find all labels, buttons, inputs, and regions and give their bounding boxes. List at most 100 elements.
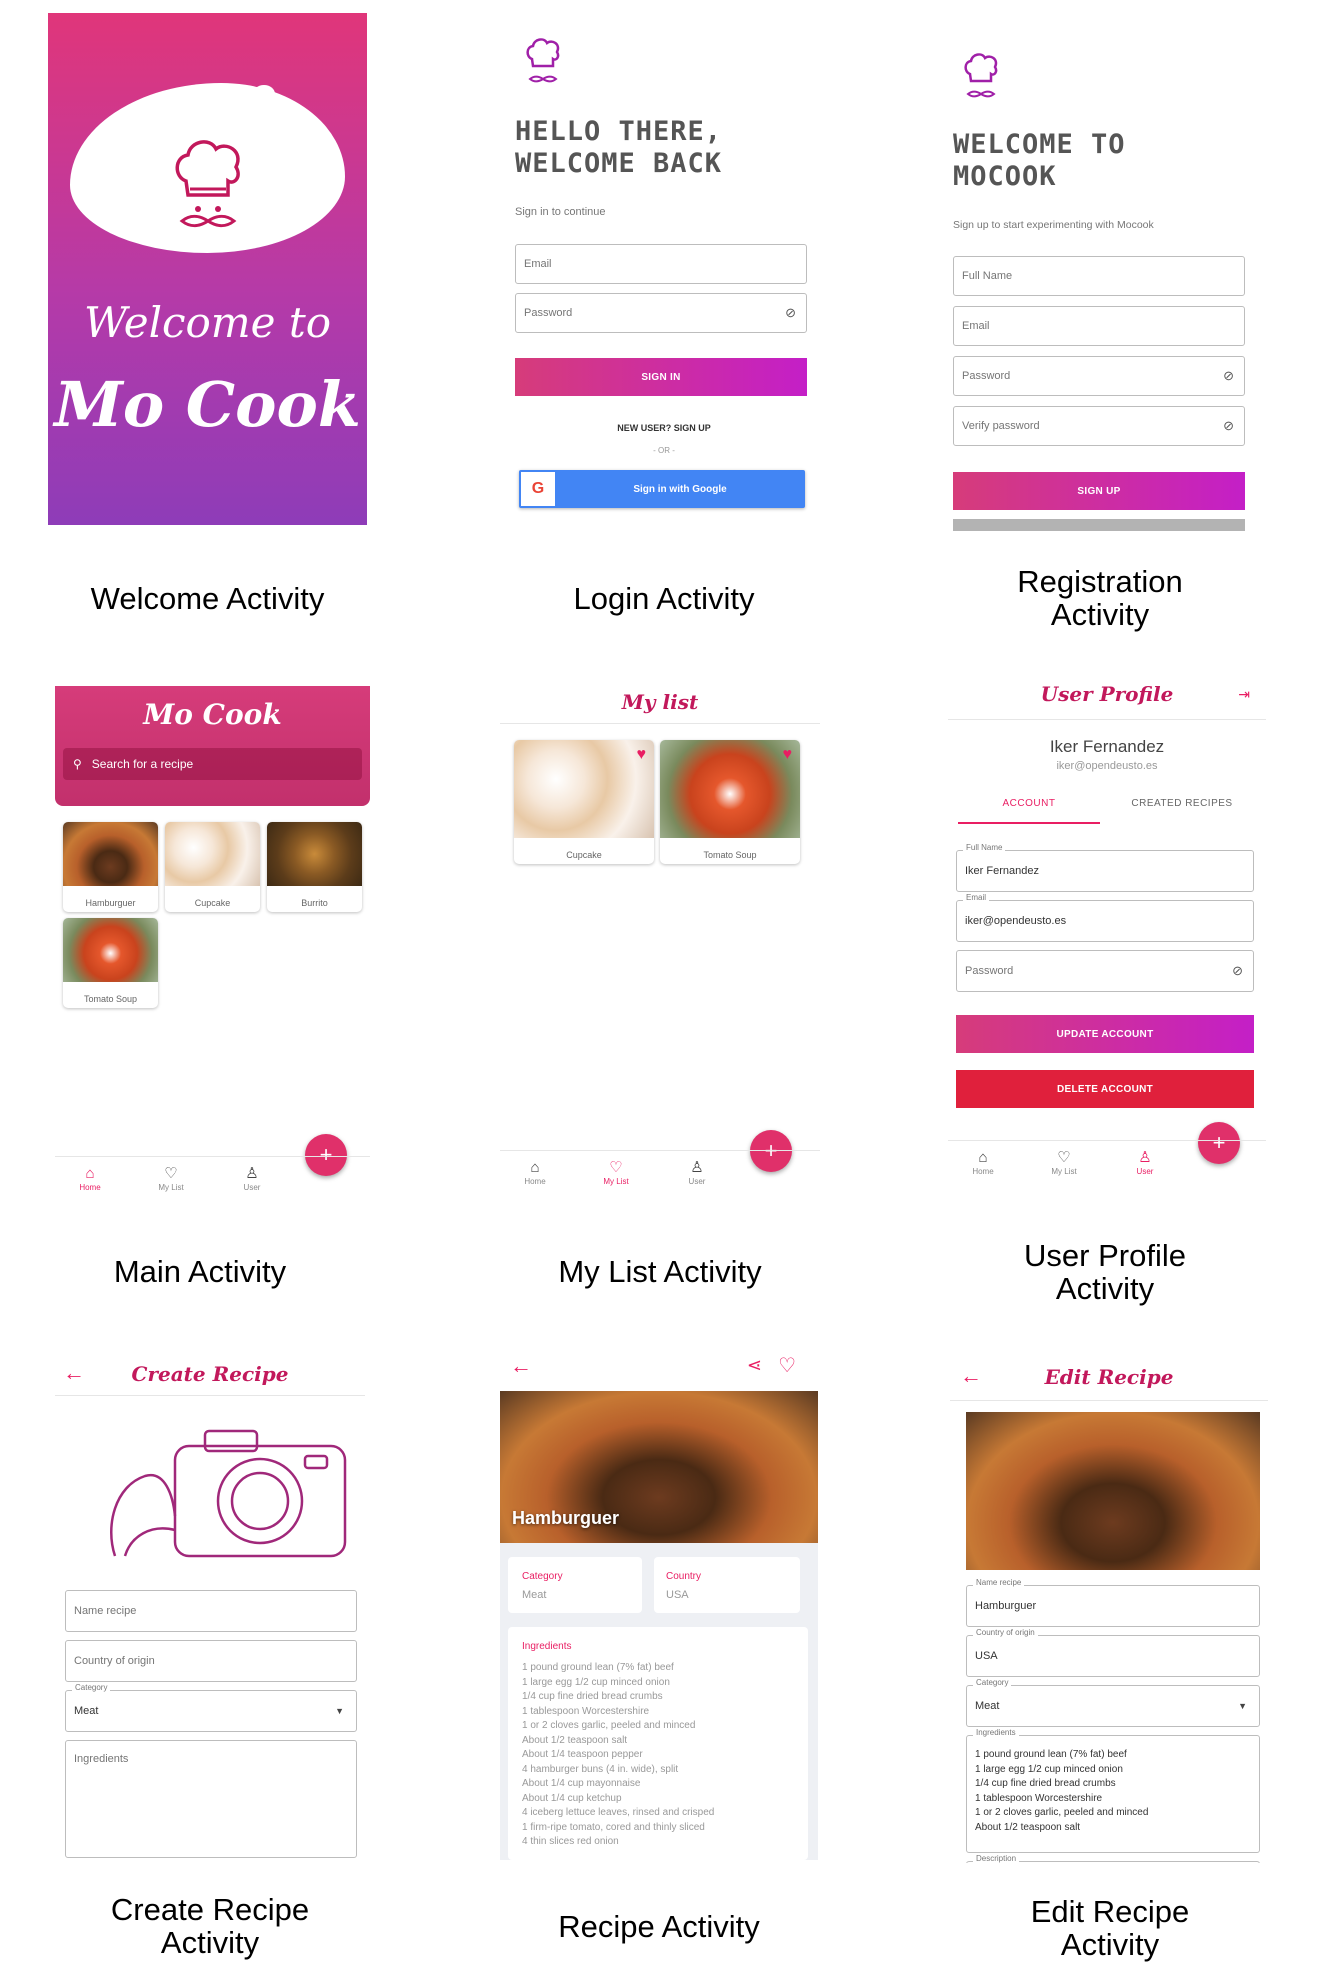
email-field[interactable]: Email iker@opendeusto.es (956, 893, 1254, 942)
favorite-card[interactable]: ♥ Tomato Soup (660, 740, 800, 864)
recipe-card[interactable]: Burrito (267, 822, 362, 912)
full-name-field[interactable]: Full Name Iker Fernandez (956, 843, 1254, 892)
recipe-image (63, 822, 158, 886)
ingredient-item: About 1/4 teaspoon pepper (522, 1749, 643, 1760)
google-sign-in-button[interactable]: G Sign in with Google (519, 470, 805, 508)
recipe-name-field[interactable]: Name recipe Hamburguer (966, 1578, 1260, 1627)
visibility-off-icon[interactable]: ⊘ (1223, 368, 1234, 384)
visibility-off-icon[interactable]: ⊘ (785, 305, 796, 321)
password-field[interactable]: Password ⊘ (953, 356, 1245, 396)
recipe-topbar: ← ⋖ ♡ (500, 1345, 818, 1391)
nav-user[interactable]: ♙ User (227, 1165, 277, 1192)
caption-main: Main Activity (113, 1254, 287, 1289)
signup-link[interactable]: NEW USER? SIGN UP (505, 423, 823, 433)
country-label: Country of origin (973, 1628, 1038, 1637)
update-account-button[interactable]: UPDATE ACCOUNT (956, 1015, 1254, 1053)
description-field[interactable]: Description (966, 1854, 1260, 1863)
recipe-label: Burrito (301, 898, 328, 908)
category-value: Meat (522, 1589, 547, 1601)
recipe-label: Tomato Soup (83, 994, 138, 1004)
back-arrow-icon[interactable]: ← (510, 1355, 532, 1377)
favorite-card[interactable]: ♥ Cupcake (514, 740, 654, 864)
nav-home[interactable]: ⌂ Home (958, 1149, 1008, 1176)
category-select[interactable]: Category Meat ▼ (966, 1678, 1260, 1727)
category-label: Category (72, 1683, 111, 1692)
ingredients-field[interactable]: Ingredients 1 pound ground lean (7% fat)… (966, 1728, 1260, 1853)
edit-title: Edit Recipe (1044, 1365, 1174, 1389)
ingredients-placeholder: Ingredients (74, 1753, 129, 1765)
country-field[interactable]: Country of origin USA (966, 1628, 1260, 1677)
recipe-card[interactable]: Tomato Soup (63, 918, 158, 1008)
welcome-app-name: Mo Cook (54, 368, 361, 441)
email-field[interactable]: Email (515, 244, 807, 284)
tab-created-recipes[interactable]: CREATED RECIPES (1103, 798, 1261, 809)
recipe-label: Cupcake (194, 898, 231, 908)
recipe-name-field[interactable]: Name recipe (65, 1590, 357, 1632)
email-value: iker@opendeusto.es (965, 915, 1067, 927)
recipe-card[interactable]: Cupcake (165, 822, 260, 912)
recipe-card[interactable]: Hamburguer (63, 822, 158, 912)
nav-mylist[interactable]: ♡ My List (591, 1159, 641, 1186)
tab-indicator (958, 822, 1100, 824)
tab-account[interactable]: ACCOUNT (958, 798, 1100, 809)
country-field[interactable]: Country of origin (65, 1640, 357, 1682)
country-label: Country (666, 1571, 702, 1582)
heart-icon[interactable]: ♡ (778, 1353, 796, 1378)
main-screen: Mo Cook ⚲ Search for a recipe Hamburguer… (55, 686, 370, 1196)
category-label: Category (522, 1571, 563, 1582)
email-field[interactable]: Email (953, 306, 1245, 346)
recipe-label: Cupcake (566, 850, 602, 860)
bottom-nav: ⌂ Home ♡ My List ♙ User (948, 1140, 1266, 1194)
visibility-off-icon[interactable]: ⊘ (1223, 418, 1234, 434)
dropdown-arrow-icon: ▼ (335, 1706, 344, 1716)
chef-hat-icon (961, 47, 1001, 103)
category-value: Meat (74, 1705, 99, 1717)
recipe-image (660, 740, 800, 838)
nav-user[interactable]: ♙ User (1120, 1149, 1170, 1176)
ingredients-field[interactable]: Ingredients (65, 1740, 357, 1858)
password-placeholder: Password (524, 307, 573, 319)
nav-mylist[interactable]: ♡ My List (1039, 1149, 1089, 1176)
visibility-off-icon[interactable]: ⊘ (1232, 963, 1243, 979)
search-bar[interactable]: ⚲ Search for a recipe (63, 748, 362, 780)
nav-home-label: Home (972, 1167, 994, 1176)
ingredient-item: 1 large egg 1/2 cup minced onion (522, 1676, 670, 1688)
caption-mylist: My List Activity (558, 1254, 762, 1289)
full-name-value: Iker Fernandez (965, 865, 1039, 877)
ingredient-line: 1/4 cup fine dried bread crumbs (975, 1778, 1116, 1789)
heart-filled-icon[interactable]: ♥ (783, 746, 793, 764)
camera-placeholder-image[interactable] (55, 1406, 365, 1576)
recipe-hero-image: Hamburguer (500, 1391, 818, 1543)
nav-home[interactable]: ⌂ Home (65, 1165, 115, 1192)
category-select[interactable]: Category Meat ▼ (65, 1683, 357, 1732)
share-icon[interactable]: ⋖ (747, 1355, 762, 1376)
logout-icon[interactable]: ⇥ (1238, 686, 1250, 703)
recipe-screen: ← ⋖ ♡ Hamburguer Category Meat Country U… (500, 1345, 818, 1860)
nav-home[interactable]: ⌂ Home (510, 1159, 560, 1186)
heart-filled-icon[interactable]: ♥ (637, 746, 647, 764)
full-name-field[interactable]: Full Name (953, 256, 1245, 296)
password-placeholder: Password (965, 965, 1014, 977)
profile-email: iker@opendeusto.es (1056, 760, 1158, 772)
country-card: Country USA (654, 1557, 800, 1613)
sign-up-button[interactable]: SIGN UP (953, 472, 1245, 510)
recipe-image[interactable] (966, 1412, 1260, 1570)
edit-screen: ← Edit Recipe Name recipe Hamburguer Coun… (950, 1355, 1268, 1863)
ingredient-item: About 1/4 cup ketchup (522, 1792, 622, 1804)
nav-user[interactable]: ♙ User (672, 1159, 722, 1186)
category-value: Meat (975, 1700, 1000, 1712)
edit-topbar: ← Edit Recipe (950, 1355, 1268, 1401)
password-field[interactable]: Password ⊘ (515, 293, 807, 333)
ingredient-line: 1 tablespoon Worcestershire (975, 1792, 1103, 1804)
nav-home-label: Home (524, 1177, 546, 1186)
delete-account-button[interactable]: DELETE ACCOUNT (956, 1070, 1254, 1108)
password-field[interactable]: Password ⊘ (956, 950, 1254, 992)
user-icon: ♙ (690, 1159, 704, 1176)
ingredients-label: Ingredients (522, 1641, 572, 1652)
caption-registration: Registration Activity (1017, 564, 1183, 632)
country-value: USA (975, 1650, 998, 1662)
nav-mylist[interactable]: ♡ My List (146, 1165, 196, 1192)
search-icon: ⚲ (73, 757, 82, 771)
sign-in-button[interactable]: SIGN IN (515, 358, 807, 396)
verify-password-field[interactable]: Verify password ⊘ (953, 406, 1245, 446)
